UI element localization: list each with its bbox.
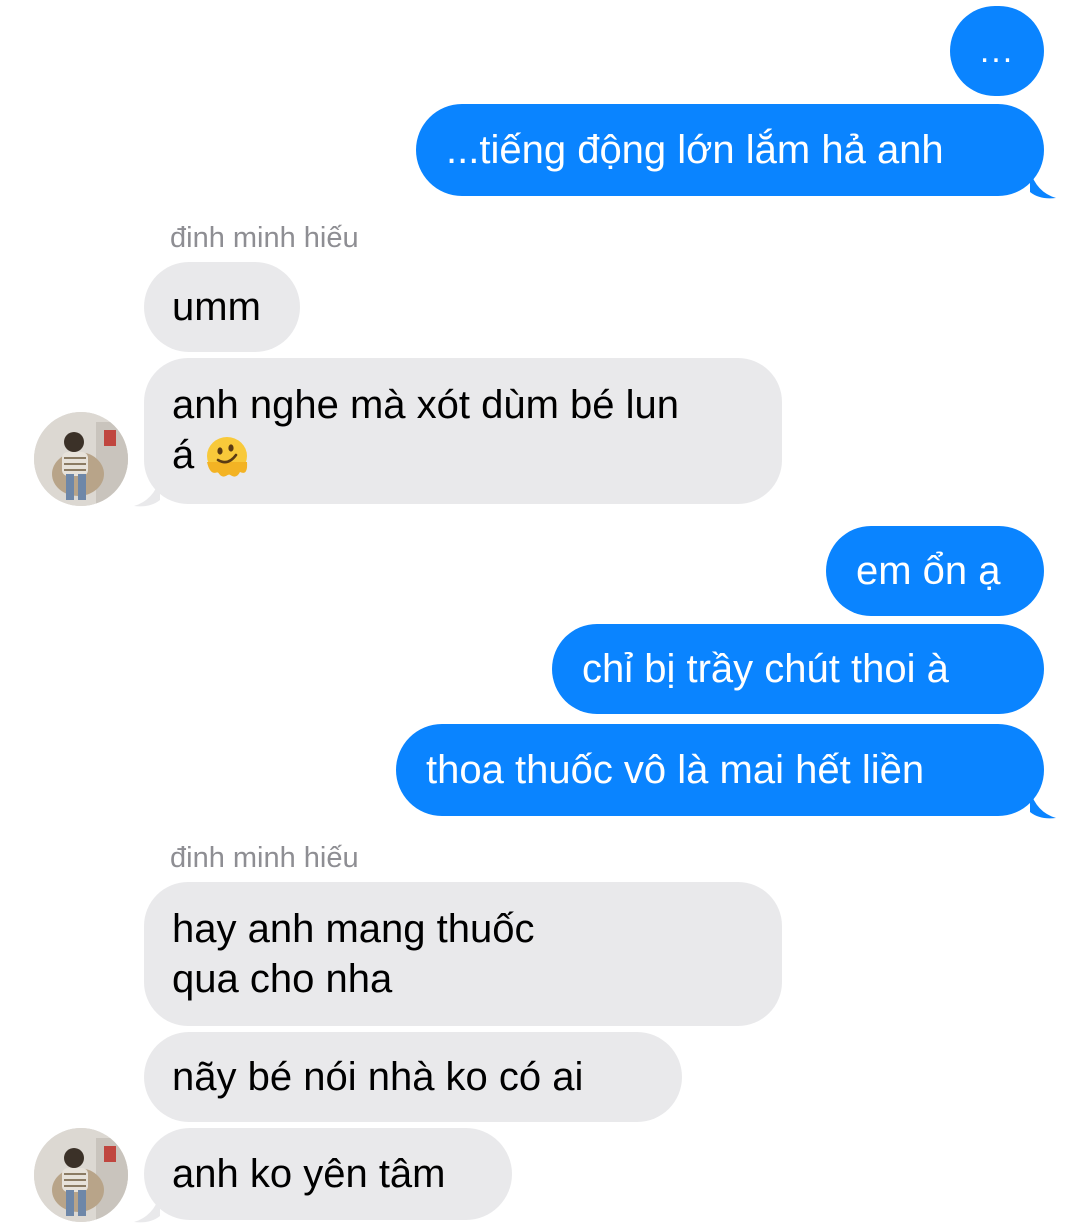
message-text: thoa thuốc vô là mai hết liền — [426, 748, 925, 792]
bubble-tail — [1030, 790, 1056, 819]
sender-name: đinh minh hiếu — [170, 842, 359, 874]
message-text: chỉ bị trầy chút thoi à — [582, 647, 949, 691]
bubble-tail — [134, 478, 160, 507]
avatar[interactable] — [34, 412, 128, 506]
sender-name: đinh minh hiếu — [170, 222, 359, 254]
incoming-message-bubble[interactable]: umm — [144, 262, 300, 352]
bubble-tail — [1030, 170, 1056, 199]
message-text: em ổn ạ — [856, 549, 1001, 593]
message-text: ... — [979, 32, 1015, 70]
incoming-message-bubble[interactable]: hay anh mang thuốc qua cho nha — [144, 882, 782, 1026]
message-text: anh nghe mà xót dùm bé lun — [172, 383, 680, 427]
outgoing-message-bubble[interactable]: ...tiếng động lớn lắm hả anh — [416, 104, 1044, 196]
contact-photo-icon — [34, 1128, 128, 1222]
message-text: á — [172, 433, 195, 477]
incoming-message-bubble[interactable]: anh nghe mà xót dùm bé lun á — [144, 358, 782, 504]
message-text: hay anh mang thuốc qua cho nha — [172, 907, 535, 1001]
outgoing-message-bubble[interactable]: chỉ bị trầy chút thoi à — [552, 624, 1044, 714]
incoming-message-bubble[interactable]: anh ko yên tâm — [144, 1128, 512, 1220]
message-text: ...tiếng động lớn lắm hả anh — [446, 128, 944, 172]
message-text: anh ko yên tâm — [172, 1152, 446, 1196]
message-text: umm — [172, 285, 261, 329]
avatar[interactable] — [34, 1128, 128, 1222]
bubble-tail — [134, 1194, 160, 1223]
outgoing-message-bubble[interactable]: thoa thuốc vô là mai hết liền — [396, 724, 1044, 816]
contact-photo-icon — [34, 412, 128, 506]
message-text: nãy bé nói nhà ko có ai — [172, 1055, 584, 1099]
message-text-line: á — [172, 430, 252, 482]
outgoing-message-bubble[interactable]: ... — [950, 6, 1044, 96]
incoming-message-bubble[interactable]: nãy bé nói nhà ko có ai — [144, 1032, 682, 1122]
melting-face-emoji-icon — [207, 437, 248, 478]
outgoing-message-bubble[interactable]: em ổn ạ — [826, 526, 1044, 616]
